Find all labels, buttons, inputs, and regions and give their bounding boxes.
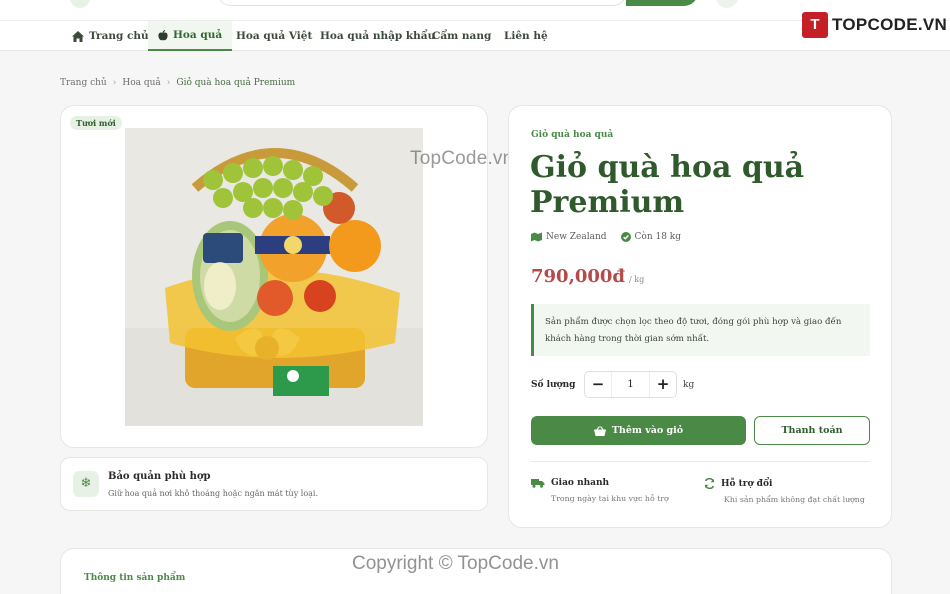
breadcrumb-current: Giỏ quà hoa quả Premium [176, 78, 296, 88]
nav-item-label: Trang chủ [89, 30, 149, 42]
quantity-minus-button[interactable]: − [585, 372, 611, 397]
nav-item-label: Hoa quả Việt [236, 30, 313, 42]
check-circle-icon [620, 232, 631, 242]
product-info: Giỏ quà hoa quả Giỏ quà hoa quả Premium … [508, 105, 892, 528]
nav-item-vietnam-fruits[interactable]: Hoa quả Việt [236, 21, 312, 51]
refresh-icon [704, 478, 715, 489]
topcode-name: TOPCODE.VN [832, 15, 948, 34]
checkout-label: Thanh toán [781, 425, 843, 436]
nav-item-label: Liên hệ [504, 30, 548, 42]
nav-item-guide[interactable]: Cẩm nang [432, 21, 491, 51]
topcode-badge: T [802, 12, 828, 38]
product-origin: New Zealand [546, 232, 607, 242]
nav-item-label: Hoa quả [173, 29, 223, 41]
feature-title: Giao nhanh [551, 478, 610, 488]
add-to-cart-label: Thêm vào giỏ [611, 425, 684, 436]
breadcrumb: Trang chủ › Hoa quả › Giỏ quà hoa quả Pr… [60, 78, 295, 88]
chevron-right-icon: › [166, 78, 171, 88]
nav-item-imported-fruits[interactable]: Hoa quả nhập khẩu [320, 21, 435, 51]
home-icon [72, 30, 84, 42]
feature-title: Hỗ trợ đổi [721, 478, 773, 489]
nav-item-fruits[interactable]: Hoa quả [148, 21, 233, 51]
product-stock: Còn 18 kg [634, 232, 682, 242]
details-title: Thông tin sản phẩm [84, 573, 186, 583]
product-image[interactable] [125, 128, 423, 426]
quantity-label: Số lượng [531, 380, 576, 390]
product-title: Giỏ quà hoa quả Premium [530, 150, 805, 220]
product-category[interactable]: Giỏ quà hoa quả [531, 130, 613, 140]
copyright-watermark: Copyright © TopCode.vn [352, 553, 559, 574]
breadcrumb-home[interactable]: Trang chủ [60, 78, 107, 88]
nav-item-label: Hoa quả nhập khẩu [320, 30, 436, 42]
care-title: Bảo quản phù hợp [108, 471, 211, 482]
product-meta: New Zealand Còn 18 kg [531, 232, 681, 242]
quantity-plus-button[interactable]: + [650, 372, 676, 397]
watermark-text: TopCode.vn [410, 148, 514, 169]
quantity-input[interactable]: 1 [611, 372, 650, 397]
search-input[interactable] [217, 0, 627, 6]
search-button[interactable] [626, 0, 698, 6]
quantity-unit: kg [683, 380, 695, 390]
product-description: Sản phẩm được chọn lọc theo độ tươi, đón… [531, 304, 870, 356]
fruit-basket-illustration [125, 128, 423, 426]
fresh-badge: Tươi mới [70, 116, 122, 130]
site-logo[interactable] [70, 0, 90, 8]
apple-icon [158, 29, 168, 40]
care-tip-card: ❄ Bảo quản phù hợp Giữ hoa quả nơi khô t… [60, 457, 488, 511]
nav-item-label: Cẩm nang [432, 30, 492, 42]
checkout-button[interactable]: Thanh toán [754, 416, 870, 445]
user-icon[interactable] [716, 0, 738, 8]
truck-icon [531, 479, 545, 488]
snowflake-icon: ❄ [73, 471, 99, 497]
basket-icon [593, 425, 606, 436]
map-icon [531, 232, 542, 242]
feature-text: Khi sản phẩm không đạt chất lượng [724, 495, 865, 504]
price-unit: / kg [629, 275, 645, 284]
add-to-cart-button[interactable]: Thêm vào giỏ [531, 416, 746, 445]
breadcrumb-category[interactable]: Hoa quả [122, 78, 160, 88]
feature-text: Trong ngày tại khu vực hỗ trợ [551, 494, 669, 503]
price-value: 790,000đ [531, 266, 625, 287]
topcode-logo: T TOPCODE.VN [802, 12, 947, 38]
nav-item-home[interactable]: Trang chủ [70, 21, 151, 51]
divider [531, 461, 870, 462]
product-price: 790,000đ / kg [531, 266, 644, 287]
quantity-stepper: − 1 + [584, 371, 677, 398]
feature-fast-delivery: Giao nhanh Trong ngày tại khu vực hỗ trợ [531, 478, 669, 503]
nav-item-contact[interactable]: Liên hệ [504, 21, 548, 51]
care-text: Giữ hoa quả nơi khô thoáng hoặc ngăn mát… [108, 489, 318, 498]
chevron-right-icon: › [112, 78, 117, 88]
feature-exchange: Hỗ trợ đổi Khi sản phẩm không đạt chất l… [704, 478, 865, 504]
